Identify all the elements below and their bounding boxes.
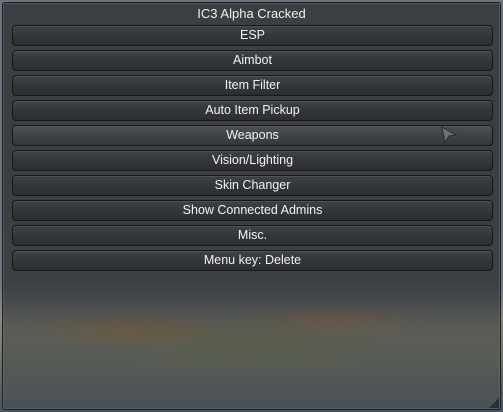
window-title: IC3 Alpha Cracked — [197, 6, 306, 21]
aimbot-button[interactable]: Aimbot — [12, 50, 493, 71]
show-connected-admins-button[interactable]: Show Connected Admins — [12, 200, 493, 221]
skin-changer-button[interactable]: Skin Changer — [12, 175, 493, 196]
cheat-menu-window: IC3 Alpha Cracked ESP Aimbot Item Filter… — [2, 2, 501, 410]
item-filter-button[interactable]: Item Filter — [12, 75, 493, 96]
esp-button[interactable]: ESP — [12, 25, 493, 46]
vision-lighting-button[interactable]: Vision/Lighting — [12, 150, 493, 171]
menu-key-button[interactable]: Menu key: Delete — [12, 250, 493, 271]
misc-button[interactable]: Misc. — [12, 225, 493, 246]
auto-item-pickup-button[interactable]: Auto Item Pickup — [12, 100, 493, 121]
mouse-pointer-icon — [441, 126, 457, 144]
weapons-button[interactable]: Weapons — [12, 125, 493, 146]
resize-grip[interactable] — [489, 398, 499, 408]
